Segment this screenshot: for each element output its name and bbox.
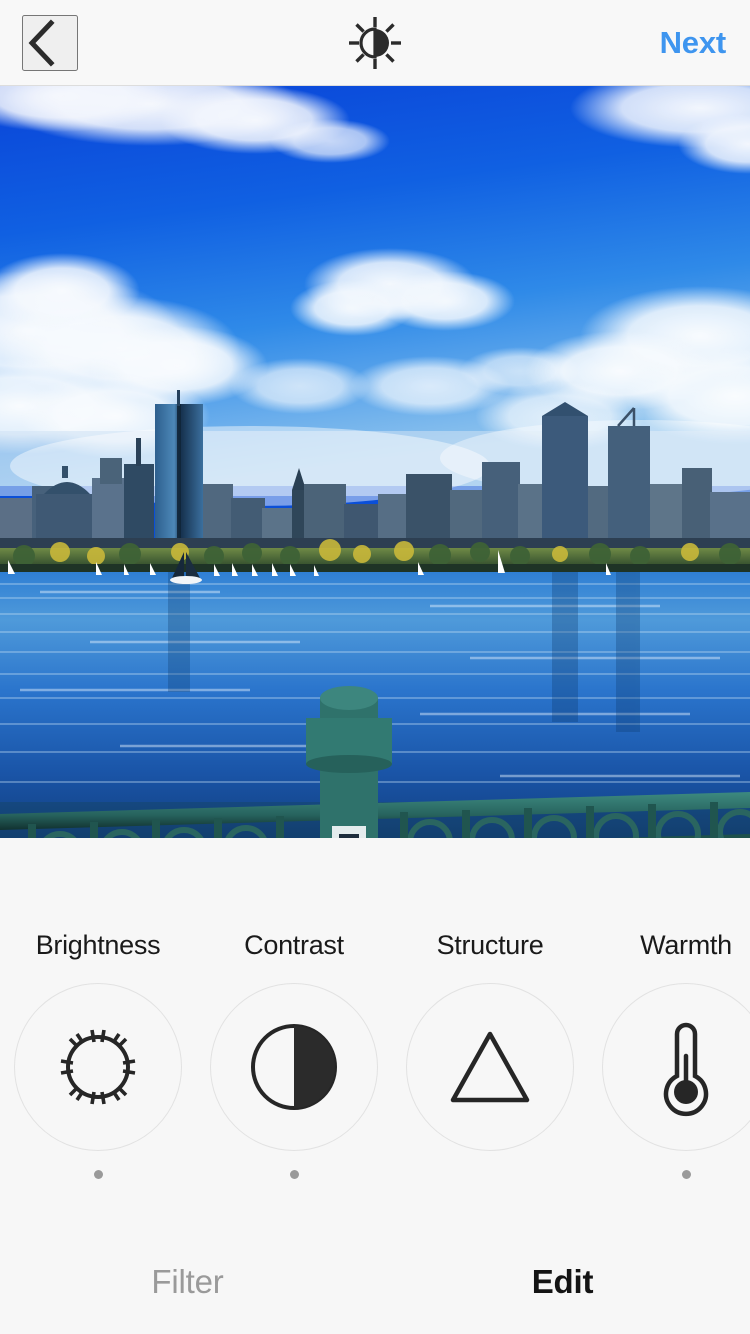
adjustment-dot bbox=[289, 1169, 299, 1179]
tool-structure[interactable]: Structure bbox=[392, 930, 588, 1189]
next-button[interactable]: Next bbox=[658, 21, 728, 65]
tool-structure-circle[interactable] bbox=[406, 983, 574, 1151]
tool-contrast-indicator bbox=[289, 1159, 299, 1189]
brightness-sun-half-icon bbox=[349, 16, 401, 69]
tool-brightness-label: Brightness bbox=[35, 930, 161, 960]
photo-preview[interactable] bbox=[0, 86, 750, 838]
tool-contrast[interactable]: Contrast bbox=[196, 930, 392, 1189]
sun-icon bbox=[60, 1029, 136, 1105]
back-button[interactable] bbox=[22, 14, 78, 71]
thermometer-icon bbox=[663, 1022, 709, 1117]
tool-brightness-circle[interactable] bbox=[14, 983, 182, 1151]
bottom-tab-bar: Filter Edit bbox=[0, 1230, 750, 1334]
photo-artwork bbox=[0, 86, 750, 838]
tool-brightness-indicator bbox=[93, 1159, 103, 1189]
chevron-left-icon bbox=[28, 18, 55, 67]
adjustment-dot bbox=[486, 1170, 495, 1179]
tool-warmth-indicator bbox=[681, 1159, 691, 1189]
tool-contrast-label: Contrast bbox=[244, 930, 344, 960]
adjustment-dot bbox=[681, 1169, 691, 1179]
tool-structure-label: Structure bbox=[436, 930, 544, 960]
tool-warmth[interactable]: Warmth bbox=[588, 930, 750, 1189]
tool-contrast-circle[interactable] bbox=[210, 983, 378, 1151]
tool-warmth-circle[interactable] bbox=[602, 983, 750, 1151]
tool-structure-indicator bbox=[486, 1159, 495, 1189]
tool-brightness[interactable]: Brightness bbox=[0, 930, 196, 1189]
tab-edit[interactable]: Edit bbox=[375, 1263, 750, 1301]
top-navigation-bar: Next bbox=[0, 0, 750, 86]
triangle-icon bbox=[450, 1031, 530, 1103]
header-title-area bbox=[0, 12, 750, 74]
instagram-edit-screen: Next Brightness Contrast Structure Warmt… bbox=[0, 0, 750, 1334]
tool-warmth-label: Warmth bbox=[640, 930, 732, 960]
adjustment-tools-panel: Brightness Contrast Structure Warmth bbox=[0, 838, 750, 1230]
contrast-half-circle-icon bbox=[251, 1024, 337, 1110]
adjustment-tools-row: Brightness Contrast Structure Warmth bbox=[0, 930, 750, 1189]
tab-filter[interactable]: Filter bbox=[0, 1263, 375, 1301]
adjustment-dot bbox=[93, 1169, 103, 1179]
